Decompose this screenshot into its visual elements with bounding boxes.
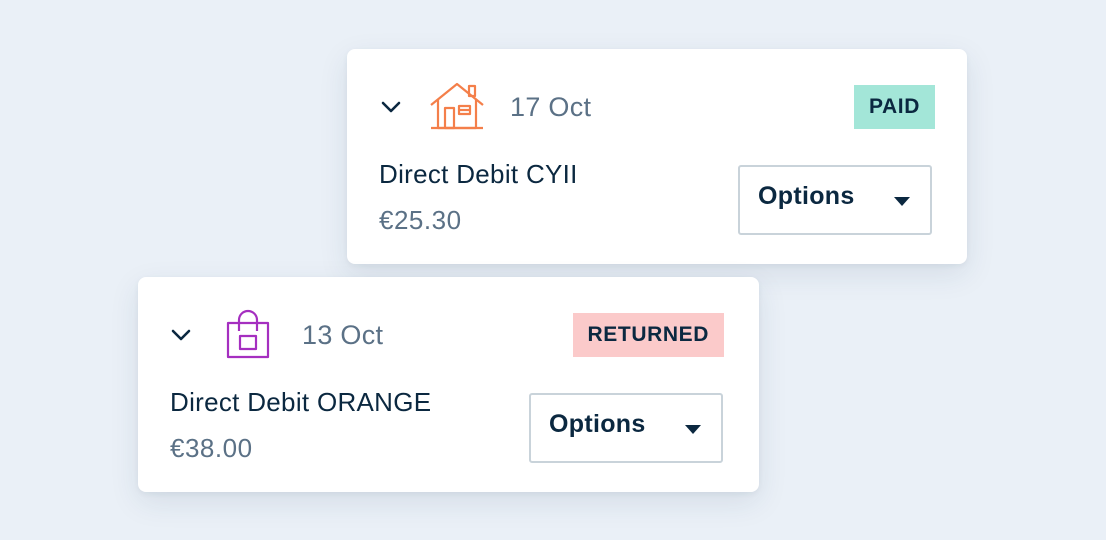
caret-down-icon (685, 425, 701, 434)
payment-description: Direct Debit CYII (379, 159, 578, 189)
payment-date: 17 Oct (510, 92, 592, 122)
options-label: Options (549, 410, 646, 438)
options-dropdown-button[interactable]: Options (529, 393, 723, 463)
payment-card: 13 Oct RETURNED Direct Debit ORANGE €38.… (138, 277, 759, 492)
status-badge: PAID (853, 85, 935, 129)
expand-chevron-icon[interactable] (379, 95, 403, 119)
options-dropdown-button[interactable]: Options (738, 165, 932, 235)
house-icon (429, 80, 485, 130)
payment-card: 17 Oct PAID Direct Debit CYII €25.30 Opt… (347, 49, 967, 264)
options-label: Options (758, 182, 855, 210)
status-badge: RETURNED (572, 313, 724, 357)
payment-amount: €25.30 (379, 205, 462, 235)
payment-date: 13 Oct (302, 320, 384, 350)
expand-chevron-icon[interactable] (169, 323, 193, 347)
shopping-bag-icon (224, 309, 280, 359)
payment-description: Direct Debit ORANGE (170, 387, 432, 417)
payment-amount: €38.00 (170, 433, 253, 463)
caret-down-icon (894, 197, 910, 206)
